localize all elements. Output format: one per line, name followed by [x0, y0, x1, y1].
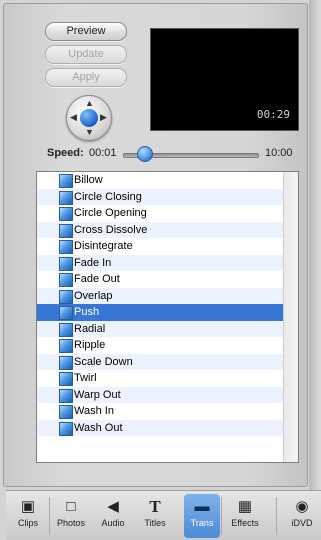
transition-icon [59, 273, 73, 287]
transition-item[interactable]: Radial [37, 320, 283, 337]
transition-label: Overlap [74, 289, 113, 302]
transition-icon [59, 421, 73, 436]
transition-label: Fade Out [74, 273, 120, 285]
direction-control[interactable]: ▲ ▼ ◀ ▶ [66, 95, 112, 141]
titles-icon: T [149, 497, 161, 516]
transition-label: Circle Opening [74, 207, 147, 219]
speed-control: Speed: 00:01 10:00 [47, 146, 307, 162]
transition-item[interactable]: Ripple [37, 337, 283, 354]
transition-label: Cross Dissolve [74, 223, 148, 236]
update-button[interactable]: Update [45, 45, 127, 64]
transition-item[interactable]: Cross Dissolve [37, 221, 283, 238]
down-arrow-icon[interactable]: ▼ [85, 128, 94, 137]
transition-icon [59, 174, 73, 188]
transition-icon [59, 289, 73, 304]
transition-label: Push [74, 306, 100, 318]
apply-button[interactable]: Apply [45, 68, 127, 87]
transition-label: Wash In [74, 405, 114, 417]
transition-icon [59, 306, 73, 320]
transition-item[interactable]: Warp Out [37, 386, 283, 403]
preview-timecode: 00:29 [256, 108, 290, 121]
clips-icon: ▣ [20, 498, 36, 515]
toolbar-button-audio[interactable]: ◀ Audio [95, 494, 131, 538]
toolbar-button-trans[interactable]: ▬ Trans [184, 494, 220, 538]
toolbar-button-photos[interactable]: □ Photos [53, 494, 89, 538]
toolbar-button-clips[interactable]: ▣ Clips [10, 494, 46, 538]
transition-item[interactable]: Billow [37, 172, 283, 189]
transition-icon [59, 339, 73, 353]
transition-item[interactable]: Fade Out [37, 271, 283, 288]
transition-icon [59, 207, 73, 221]
pane-toolbar: ▣ Clips □ Photos ◀ Audio T Titles ▬ Trans ▦ Effects… [6, 490, 321, 540]
toolbar-button-label: Photos [56, 518, 86, 528]
effects-icon: ▦ [237, 498, 253, 515]
transitions-list-body: Billow Circle Closing Circle Opening Cross … [37, 172, 283, 436]
toolbar-button-idvd[interactable]: ◉ iDVD [283, 494, 321, 538]
transition-icon [59, 388, 73, 403]
transition-item[interactable]: Twirl [37, 370, 283, 387]
list-scrollbar[interactable] [283, 172, 298, 462]
transition-label: Twirl [74, 372, 97, 384]
toolbar-separator [221, 497, 222, 535]
toolbar-button-label: Audio [101, 518, 125, 528]
transition-icon [59, 223, 73, 238]
transition-label: Fade In [74, 256, 112, 269]
transition-item[interactable]: Wash Out [37, 419, 283, 436]
up-arrow-icon[interactable]: ▲ [85, 99, 94, 108]
transition-item[interactable]: Disintegrate [37, 238, 283, 255]
speed-label: Speed: [47, 147, 84, 159]
transition-icon [59, 256, 73, 271]
transitions-icon: ▬ [194, 498, 210, 515]
left-arrow-icon[interactable]: ◀ [70, 113, 77, 122]
window-edge [309, 0, 321, 490]
transition-item[interactable]: Push [37, 304, 283, 321]
toolbar-button-effects[interactable]: ▦ Effects [227, 494, 263, 538]
photos-icon: □ [66, 498, 76, 515]
transition-label: Scale Down [74, 355, 133, 368]
right-arrow-icon[interactable]: ▶ [100, 113, 107, 122]
transition-label: Warp Out [74, 388, 121, 401]
toolbar-button-label: Effects [231, 518, 259, 528]
toolbar-button-label: Trans [190, 518, 214, 528]
idvd-icon: ◉ [295, 498, 309, 515]
transition-label: Wash Out [74, 421, 123, 434]
transition-icon [59, 190, 73, 205]
toolbar-button-titles[interactable]: T Titles [137, 494, 173, 538]
toolbar-separator [276, 497, 277, 535]
transitions-list: Billow Circle Closing Circle Opening Cross … [36, 171, 299, 463]
transition-icon [59, 372, 73, 386]
speed-slider-thumb[interactable] [137, 146, 154, 162]
transition-icon [59, 240, 73, 254]
preview-button[interactable]: Preview [45, 22, 127, 41]
transition-label: Circle Closing [74, 190, 142, 203]
toolbar-button-label: Clips [17, 518, 38, 528]
toolbar-button-label: Titles [144, 518, 166, 528]
preview-monitor: 00:29 [150, 28, 299, 131]
transition-icon [59, 355, 73, 370]
transition-item[interactable]: Circle Opening [37, 205, 283, 222]
direction-center-icon [80, 109, 98, 127]
transition-item[interactable]: Fade In [37, 254, 283, 271]
transition-label: Radial [74, 322, 106, 335]
speed-min-value: 00:01 [89, 147, 117, 159]
transition-label: Billow [74, 174, 103, 186]
transition-item[interactable]: Overlap [37, 287, 283, 304]
transition-label: Disintegrate [74, 240, 133, 252]
toolbar-button-label: iDVD [291, 518, 313, 528]
transition-item[interactable]: Circle Closing [37, 188, 283, 205]
toolbar-separator [49, 497, 50, 535]
audio-icon: ◀ [107, 498, 119, 515]
transition-icon [59, 322, 73, 337]
speed-max-value: 10:00 [265, 147, 293, 159]
transition-label: Ripple [74, 339, 106, 351]
transition-item[interactable]: Wash In [37, 403, 283, 420]
transition-item[interactable]: Scale Down [37, 353, 283, 370]
transition-icon [59, 405, 73, 419]
